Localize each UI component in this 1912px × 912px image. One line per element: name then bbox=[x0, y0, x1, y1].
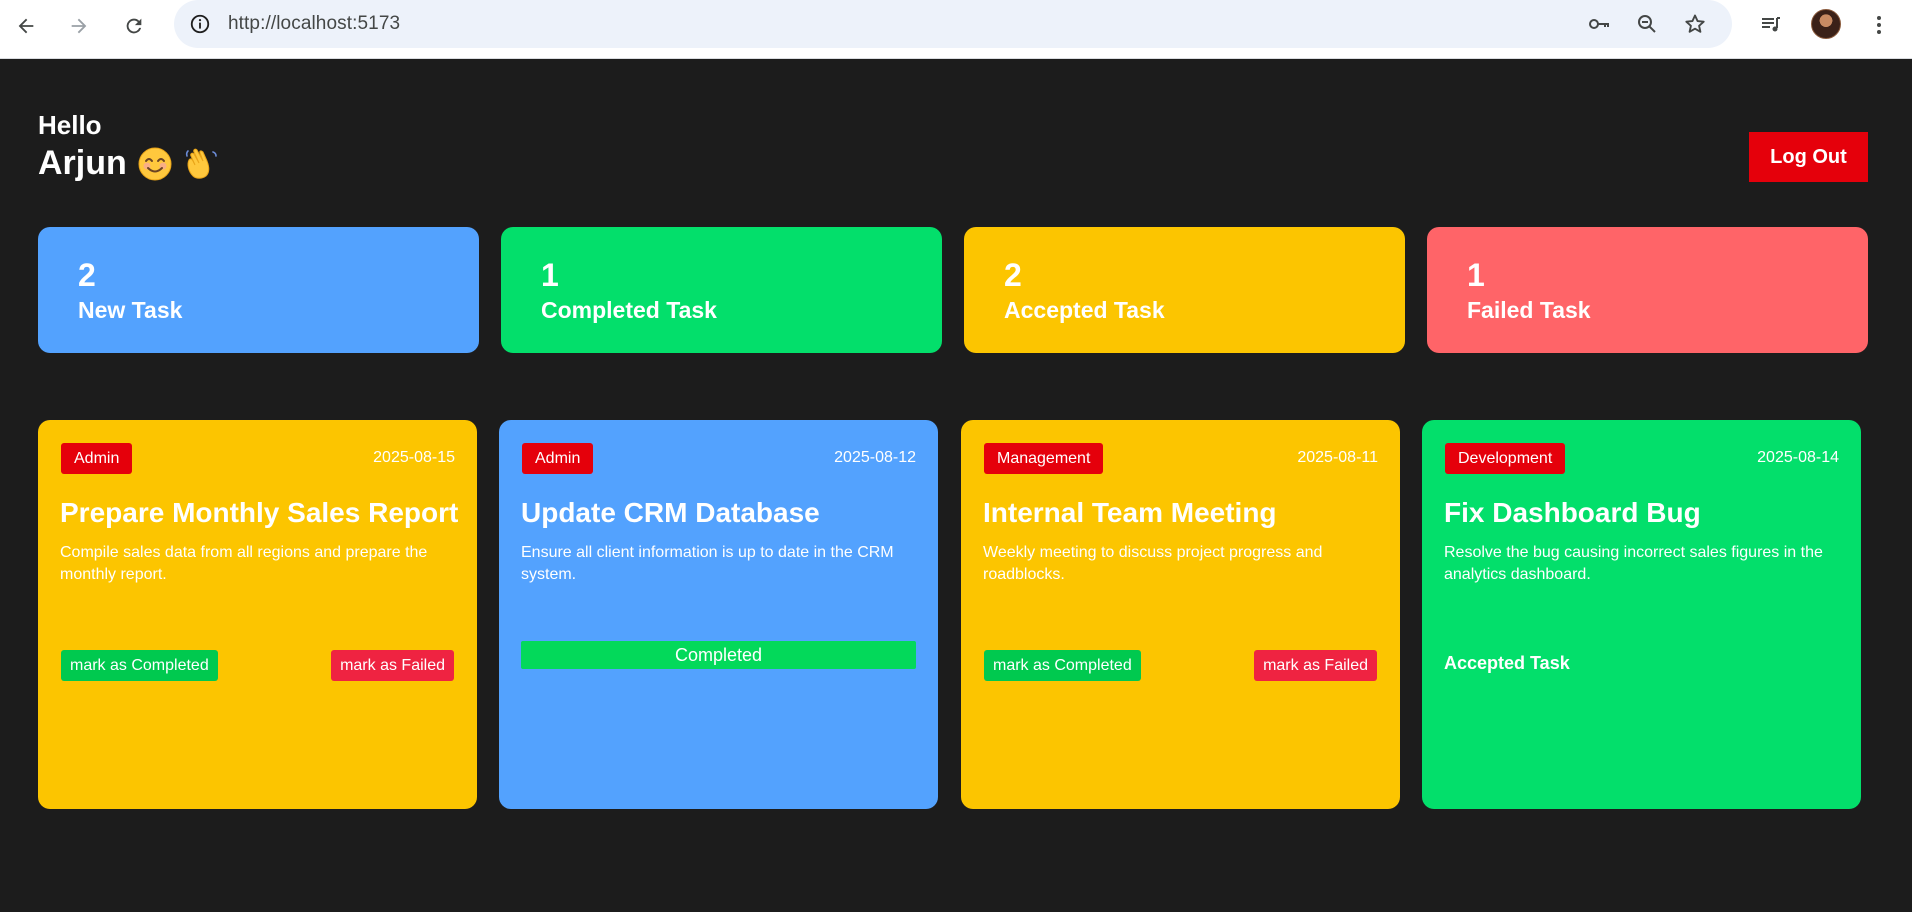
stat-card-failed: 1 Failed Task bbox=[1427, 227, 1868, 353]
task-description: Compile sales data from all regions and … bbox=[60, 544, 428, 583]
smiling-face-icon bbox=[137, 146, 173, 182]
bookmark-star-icon[interactable] bbox=[1681, 10, 1709, 38]
profile-avatar[interactable] bbox=[1811, 9, 1841, 39]
task-card: Admin 2025-08-15 Prepare Monthly Sales R… bbox=[38, 420, 477, 809]
stat-card-new: 2 New Task bbox=[38, 227, 479, 353]
stat-card-accepted: 2 Accepted Task bbox=[964, 227, 1405, 353]
address-bar[interactable]: http://localhost:5173 bbox=[174, 0, 1732, 48]
stat-label: Completed Task bbox=[541, 297, 717, 323]
back-arrow-icon bbox=[18, 18, 34, 34]
task-date: 2025-08-14 bbox=[1757, 449, 1839, 466]
browser-toolbar: http://localhost:5173 bbox=[0, 0, 1912, 59]
task-description: Ensure all client information is up to d… bbox=[521, 544, 894, 583]
accepted-status-label: Accepted Task bbox=[1444, 653, 1570, 673]
logout-button[interactable]: Log Out bbox=[1749, 132, 1868, 182]
task-title: Fix Dashboard Bug bbox=[1444, 497, 1701, 528]
stat-count: 2 bbox=[1004, 257, 1022, 293]
task-category-badge: Admin bbox=[522, 443, 594, 474]
completed-status-bar: Completed bbox=[521, 641, 916, 669]
stat-count: 1 bbox=[1467, 257, 1485, 293]
task-title: Update CRM Database bbox=[521, 497, 820, 528]
stat-count: 2 bbox=[78, 257, 96, 293]
task-date: 2025-08-12 bbox=[834, 449, 916, 466]
forward-arrow-icon bbox=[71, 18, 87, 34]
stat-label: Accepted Task bbox=[1004, 297, 1165, 323]
task-card: Development 2025-08-14 Fix Dashboard Bug… bbox=[1422, 420, 1861, 809]
task-category-badge: Development bbox=[1445, 443, 1566, 474]
task-date: 2025-08-15 bbox=[373, 449, 455, 466]
user-name: Arjun bbox=[38, 144, 127, 182]
more-menu-icon[interactable] bbox=[1864, 10, 1894, 40]
mark-completed-button[interactable]: mark as Completed bbox=[984, 650, 1141, 681]
url-text[interactable]: http://localhost:5173 bbox=[228, 13, 400, 35]
waving-hand-icon bbox=[183, 146, 219, 182]
forward-button[interactable] bbox=[61, 8, 97, 44]
stat-label: Failed Task bbox=[1467, 297, 1591, 323]
task-category-badge: Management bbox=[984, 443, 1104, 474]
reload-button[interactable] bbox=[116, 8, 152, 44]
media-controls-icon[interactable] bbox=[1756, 10, 1786, 40]
greeting-name: Arjun bbox=[38, 144, 219, 183]
stat-label: New Task bbox=[78, 297, 183, 323]
stat-card-completed: 1 Completed Task bbox=[501, 227, 942, 353]
reload-icon bbox=[126, 18, 142, 34]
task-card: Management 2025-08-11 Internal Team Meet… bbox=[961, 420, 1400, 809]
task-title: Internal Team Meeting bbox=[983, 497, 1277, 528]
task-description: Resolve the bug causing incorrect sales … bbox=[1444, 544, 1823, 583]
stat-count: 1 bbox=[541, 257, 559, 293]
back-button[interactable] bbox=[8, 8, 44, 44]
task-title: Prepare Monthly Sales Report bbox=[60, 497, 459, 528]
zoom-icon[interactable] bbox=[1633, 10, 1661, 38]
greeting-hello: Hello bbox=[38, 110, 102, 140]
site-info-icon[interactable] bbox=[188, 12, 212, 36]
mark-completed-button[interactable]: mark as Completed bbox=[61, 650, 218, 681]
password-key-icon[interactable] bbox=[1585, 10, 1613, 38]
task-description: Weekly meeting to discuss project progre… bbox=[983, 544, 1323, 583]
mark-failed-button[interactable]: mark as Failed bbox=[331, 650, 454, 681]
mark-failed-button[interactable]: mark as Failed bbox=[1254, 650, 1377, 681]
task-date: 2025-08-11 bbox=[1297, 449, 1378, 466]
task-category-badge: Admin bbox=[61, 443, 133, 474]
task-card: Admin 2025-08-12 Update CRM Database Ens… bbox=[499, 420, 938, 809]
